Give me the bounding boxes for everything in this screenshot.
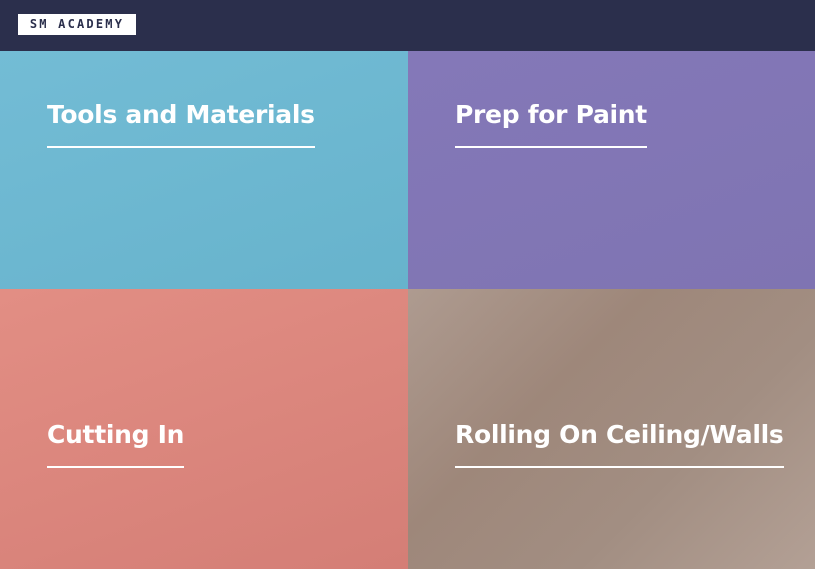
course-tile-tools-and-materials[interactable]: Tools and Materials [0, 51, 408, 289]
course-tile-prep-for-paint[interactable]: Prep for Paint [408, 51, 815, 289]
sm-academy-logo[interactable]: SM ACADEMY [18, 14, 136, 35]
tile-title: Rolling On Ceiling/Walls [455, 420, 784, 468]
course-tile-rolling-on-ceiling-walls[interactable]: Rolling On Ceiling/Walls [408, 289, 815, 569]
tile-title: Prep for Paint [455, 100, 647, 148]
tile-title: Cutting In [47, 420, 184, 468]
tile-title: Tools and Materials [47, 100, 315, 148]
top-navigation-bar: SM ACADEMY [0, 0, 815, 51]
course-tile-cutting-in[interactable]: Cutting In [0, 289, 408, 569]
